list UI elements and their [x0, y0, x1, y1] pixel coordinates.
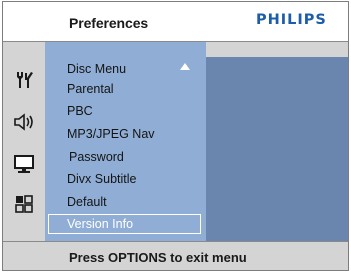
menu-item-parental[interactable]: Parental	[67, 82, 114, 96]
menu-item-pbc[interactable]: PBC	[67, 104, 93, 118]
menu-item-default[interactable]: Default	[67, 195, 107, 209]
detail-panel	[206, 57, 348, 241]
dvd-osd-screen: Preferences PHILIPS Disc Menu Parental P…	[0, 0, 351, 273]
menu-item-mp3-jpeg-nav[interactable]: MP3/JPEG Nav	[67, 127, 155, 141]
speaker-icon[interactable]	[13, 113, 35, 131]
page-title: Preferences	[69, 15, 149, 31]
scroll-up-arrow-icon[interactable]	[180, 63, 190, 70]
footer-bar: Press OPTIONS to exit menu	[3, 242, 348, 270]
header-bar: Preferences PHILIPS	[3, 2, 348, 41]
menu-item-divx-subtitle[interactable]: Divx Subtitle	[67, 172, 136, 186]
footer-hint: Press OPTIONS to exit menu	[69, 250, 247, 265]
preferences-menu: Disc Menu Parental PBC MP3/JPEG Nav Pass…	[45, 42, 206, 241]
monitor-icon[interactable]	[13, 154, 35, 174]
menu-item-disc-menu[interactable]: Disc Menu	[67, 62, 126, 76]
brand-logo: PHILIPS	[256, 12, 327, 28]
menu-item-password[interactable]: Password	[69, 150, 124, 164]
grid-icon[interactable]	[14, 194, 34, 214]
tools-icon[interactable]	[14, 70, 34, 90]
sidebar-icons	[3, 42, 45, 241]
panel-header	[206, 42, 348, 57]
selection-highlight	[48, 214, 201, 234]
